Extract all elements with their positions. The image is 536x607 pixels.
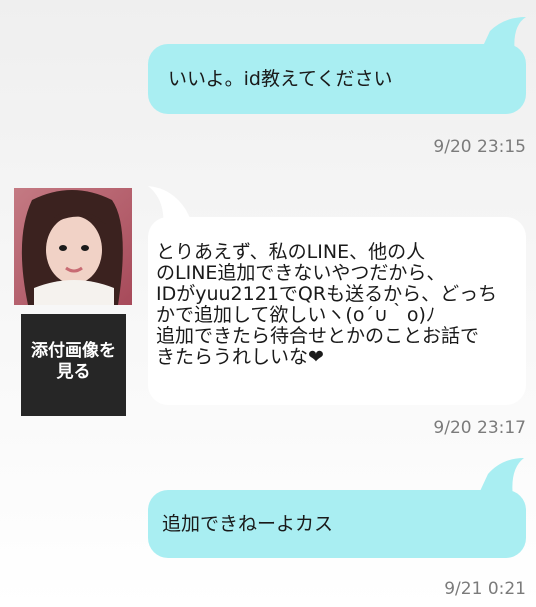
message-text: 追加できねーよカス [162, 513, 334, 535]
received-message-bubble: とりあえず、私のLINE、他の人 のLINE追加できないやつだから、 IDがyu… [148, 217, 526, 405]
message-timestamp: 9/21 0:21 [444, 579, 526, 599]
message-text: いいよ。id教えてください [168, 68, 393, 90]
message-timestamp: 9/20 23:17 [433, 418, 526, 438]
view-attachment-button[interactable]: 添付画像を 見る [21, 314, 126, 416]
message-timestamp: 9/20 23:15 [433, 137, 526, 157]
view-attachment-label: 添付画像を 見る [31, 341, 116, 382]
sent-message-bubble: いいよ。id教えてください [148, 44, 526, 114]
avatar-photo-icon [14, 188, 132, 305]
sent-message-bubble: 追加できねーよカス [148, 490, 526, 558]
message-text: とりあえず、私のLINE、他の人 のLINE追加できないやつだから、 IDがyu… [156, 241, 498, 368]
avatar[interactable] [14, 188, 132, 305]
